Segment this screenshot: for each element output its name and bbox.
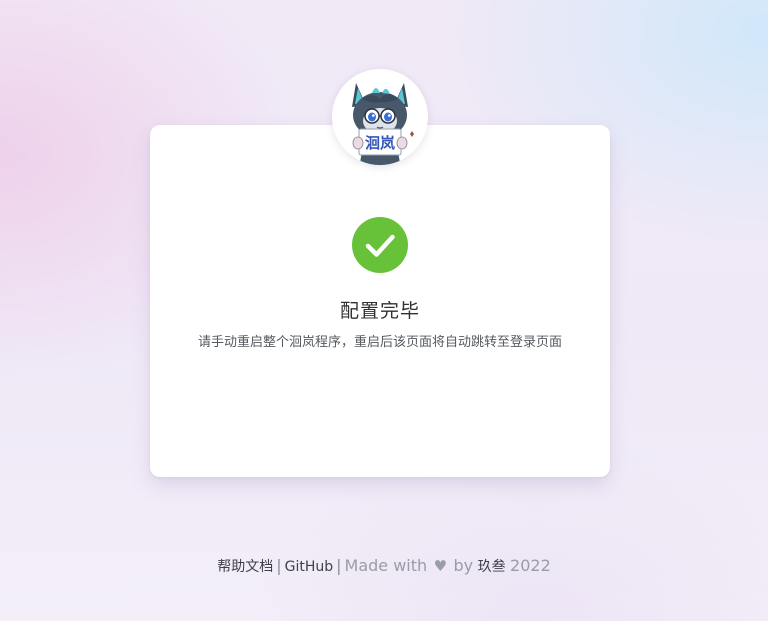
author-name: 玖叁 (477, 559, 506, 575)
mascot-logo-icon: 洄岚 (352, 83, 414, 165)
result-subtitle: 请手动重启整个洄岚程序，重启后该页面将自动跳转至登录页面 (197, 335, 562, 350)
docs-link[interactable]: 帮助文档 (217, 559, 273, 575)
by-text: by (453, 556, 474, 575)
avatar: 洄岚 (332, 69, 428, 165)
result-title: 配置完毕 (339, 300, 420, 322)
copyright-year: 2022 (510, 556, 551, 575)
github-link[interactable]: GitHub (285, 559, 334, 575)
footer-separator: | (276, 556, 282, 575)
made-with-text: Made with (344, 556, 428, 575)
heart-icon: ♥ (433, 557, 448, 575)
footer-separator: | (336, 556, 342, 575)
footer: 帮助文档 | GitHub | Made with ♥ by 玖叁 2022 (0, 556, 768, 576)
check-circle-icon (352, 217, 408, 273)
sign-text: 洄岚 (365, 134, 395, 152)
